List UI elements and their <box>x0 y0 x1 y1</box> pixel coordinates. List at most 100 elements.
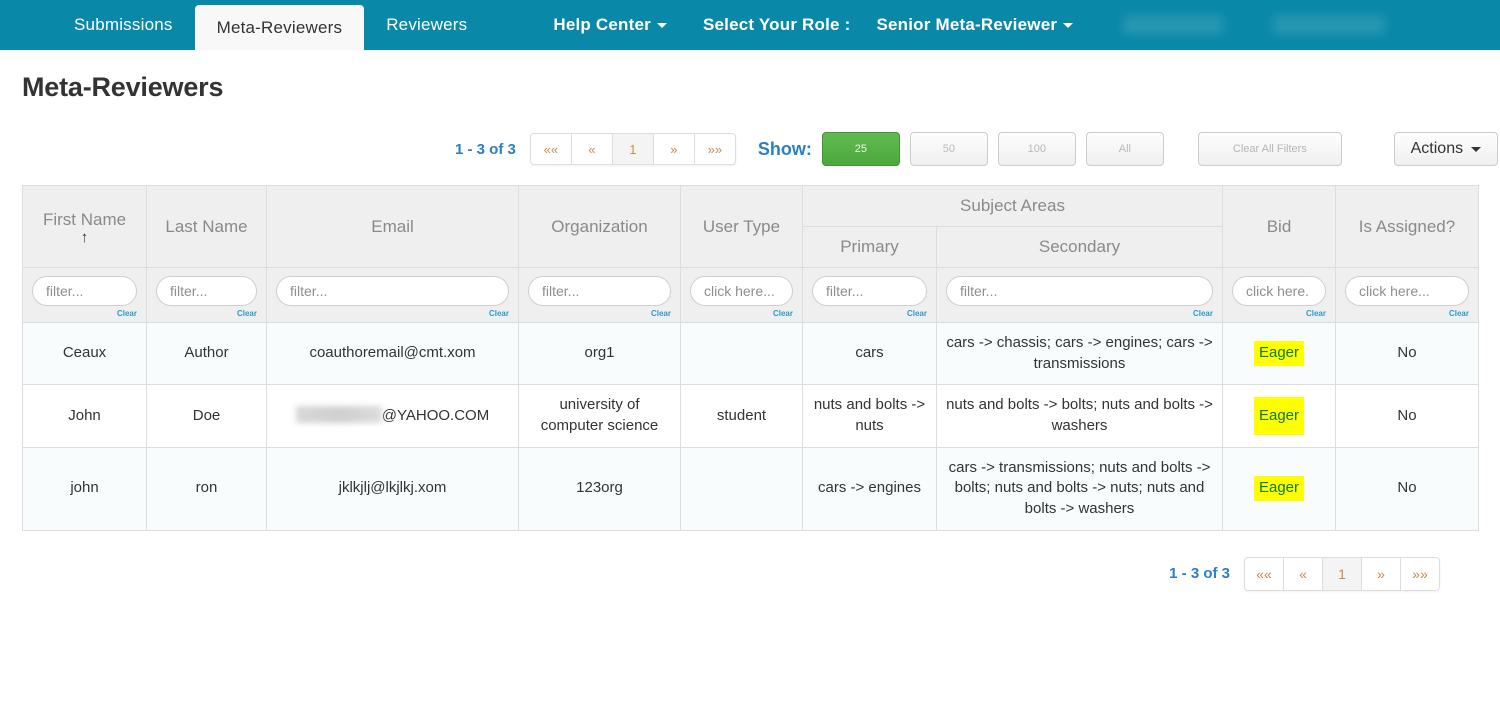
pagination-bottom-next-button[interactable]: » <box>1361 556 1401 591</box>
nav-redacted-item-2 <box>1273 16 1386 34</box>
pagination-first-button[interactable]: «« <box>529 133 572 165</box>
result-count-bottom: 1 - 3 of 3 <box>1169 565 1230 583</box>
column-header-bid[interactable]: Bid <box>1222 185 1336 268</box>
pagination-prev-label: « <box>588 141 596 157</box>
nav-tab-meta-reviewers-label: Meta-Reviewers <box>216 17 343 37</box>
cell-bid: Eager <box>1222 446 1336 531</box>
pagination-bottom-first-label: «« <box>1256 565 1272 582</box>
table-row[interactable]: john ron jklkjlj@lkjlkj.xom 123org cars … <box>22 446 1479 531</box>
cell-bid: Eager <box>1222 384 1336 448</box>
column-header-organization[interactable]: Organization <box>518 185 681 268</box>
column-header-secondary[interactable]: Secondary <box>936 226 1223 268</box>
actions-dropdown-button[interactable]: Actions <box>1393 132 1498 166</box>
sort-ascending-icon: ↑ <box>80 228 89 246</box>
filter-cell-user-type: Clear <box>680 267 803 323</box>
page-size-25-button[interactable]: 25 <box>821 132 900 166</box>
bid-badge: Eager <box>1253 341 1305 367</box>
filter-clear-email[interactable]: Clear <box>276 309 509 318</box>
page-size-all-button[interactable]: All <box>1085 132 1164 166</box>
bottom-toolbar: 1 - 3 of 3 «« « 1 » »» <box>0 556 1440 591</box>
filter-clear-secondary[interactable]: Clear <box>946 309 1213 318</box>
page-size-all-label: All <box>1118 143 1131 155</box>
filter-input-secondary[interactable] <box>946 276 1213 306</box>
pagination-prev-button[interactable]: « <box>570 133 613 165</box>
filter-input-is-assigned[interactable] <box>1345 276 1469 306</box>
filter-clear-primary[interactable]: Clear <box>812 309 927 318</box>
pagination-bottom-prev-label: « <box>1299 565 1307 582</box>
nav-help-center-menu[interactable]: Help Center <box>531 0 689 50</box>
filter-input-last-name[interactable] <box>156 276 257 306</box>
page-size-100-label: 100 <box>1027 143 1047 155</box>
filter-input-first-name[interactable] <box>32 276 137 306</box>
column-header-first-name[interactable]: First Name ↑ <box>22 185 147 268</box>
column-header-subject-areas: Subject Areas <box>802 185 1223 227</box>
nav-tab-submissions-label: Submissions <box>74 15 173 34</box>
filter-clear-last-name[interactable]: Clear <box>156 309 257 318</box>
nav-select-your-role-label: Select Your Role : <box>689 0 863 50</box>
chevron-down-icon <box>1471 146 1482 152</box>
column-header-user-type[interactable]: User Type <box>680 185 803 268</box>
cell-is-assigned: No <box>1335 384 1479 448</box>
filter-input-organization[interactable] <box>528 276 671 306</box>
email-suffix: @YAHOO.COM <box>381 406 490 424</box>
filter-input-user-type[interactable] <box>690 276 793 306</box>
nav-tab-meta-reviewers[interactable]: Meta-Reviewers <box>194 5 365 50</box>
pagination-last-button[interactable]: »» <box>693 133 736 165</box>
filter-cell-is-assigned: Clear <box>1335 267 1479 323</box>
top-navigation-bar: Submissions Meta-Reviewers Reviewers Hel… <box>0 0 1500 50</box>
pagination-last-label: »» <box>707 141 723 157</box>
nav-tab-submissions[interactable]: Submissions <box>52 0 195 50</box>
pagination-bottom-page-1-button[interactable]: 1 <box>1322 556 1362 591</box>
column-header-first-name-label: First Name <box>42 209 127 229</box>
filter-cell-bid: Clear <box>1222 267 1336 323</box>
pagination-bottom-prev-button[interactable]: « <box>1283 556 1323 591</box>
filter-input-primary[interactable] <box>812 276 927 306</box>
pagination-bottom: «« « 1 » »» <box>1244 556 1440 591</box>
result-count-top: 1 - 3 of 3 <box>455 140 516 158</box>
table-body: Ceaux Author coauthoremail@cmt.xom org1 … <box>22 321 1479 531</box>
cell-organization: university of computer science <box>518 384 681 448</box>
column-header-last-name[interactable]: Last Name <box>146 185 267 268</box>
cell-first-name: john <box>22 446 147 531</box>
pagination-next-button[interactable]: » <box>652 133 695 165</box>
bid-badge: Eager <box>1253 476 1305 502</box>
page-size-50-button[interactable]: 50 <box>909 132 988 166</box>
filter-clear-bid[interactable]: Clear <box>1232 309 1326 318</box>
cell-secondary-subject-areas: cars -> chassis; cars -> engines; cars -… <box>936 321 1223 386</box>
show-label: Show: <box>757 138 812 159</box>
filter-clear-organization[interactable]: Clear <box>528 309 671 318</box>
cell-bid: Eager <box>1222 321 1336 386</box>
filter-input-email[interactable] <box>276 276 509 306</box>
table-row[interactable]: Ceaux Author coauthoremail@cmt.xom org1 … <box>22 321 1479 386</box>
pagination-bottom-first-button[interactable]: «« <box>1244 556 1284 591</box>
cell-email: @YAHOO.COM <box>266 384 519 448</box>
filter-row: Clear Clear Clear Clear Clear Clear <box>22 267 1479 323</box>
column-header-email[interactable]: Email <box>266 185 519 268</box>
cell-last-name: ron <box>146 446 267 531</box>
table-toolbar: 1 - 3 of 3 «« « 1 » »» Show: 25 50 100 A… <box>0 127 1500 171</box>
clear-all-filters-label: Clear All Filters <box>1232 143 1307 155</box>
filter-clear-is-assigned[interactable]: Clear <box>1345 309 1469 318</box>
table-filter-body: Clear Clear Clear Clear Clear Clear <box>22 267 1479 323</box>
table-header-row-1: First Name ↑ Last Name Email Organizatio… <box>22 185 1479 268</box>
filter-cell-last-name: Clear <box>146 267 267 323</box>
cell-user-type: student <box>680 384 803 448</box>
cell-first-name: Ceaux <box>22 321 147 386</box>
table-row[interactable]: John Doe @YAHOO.COM university of comput… <box>22 384 1479 448</box>
filter-clear-first-name[interactable]: Clear <box>32 309 137 318</box>
filter-clear-user-type[interactable]: Clear <box>690 309 793 318</box>
cell-is-assigned: No <box>1335 446 1479 531</box>
page-size-25-label: 25 <box>854 143 867 155</box>
column-header-is-assigned[interactable]: Is Assigned? <box>1335 185 1479 268</box>
cell-secondary-subject-areas: nuts and bolts -> bolts; nuts and bolts … <box>936 384 1223 448</box>
pagination-page-1-button[interactable]: 1 <box>611 133 654 165</box>
nav-tab-reviewers[interactable]: Reviewers <box>364 0 489 50</box>
filter-input-bid[interactable] <box>1232 276 1326 306</box>
clear-all-filters-button[interactable]: Clear All Filters <box>1197 132 1342 166</box>
pagination-bottom-last-button[interactable]: »» <box>1400 556 1440 591</box>
filter-cell-organization: Clear <box>518 267 681 323</box>
column-header-primary[interactable]: Primary <box>802 226 937 268</box>
page-size-100-button[interactable]: 100 <box>997 132 1076 166</box>
cell-organization: org1 <box>518 321 681 386</box>
nav-role-dropdown[interactable]: Senior Meta-Reviewer <box>862 0 1085 50</box>
